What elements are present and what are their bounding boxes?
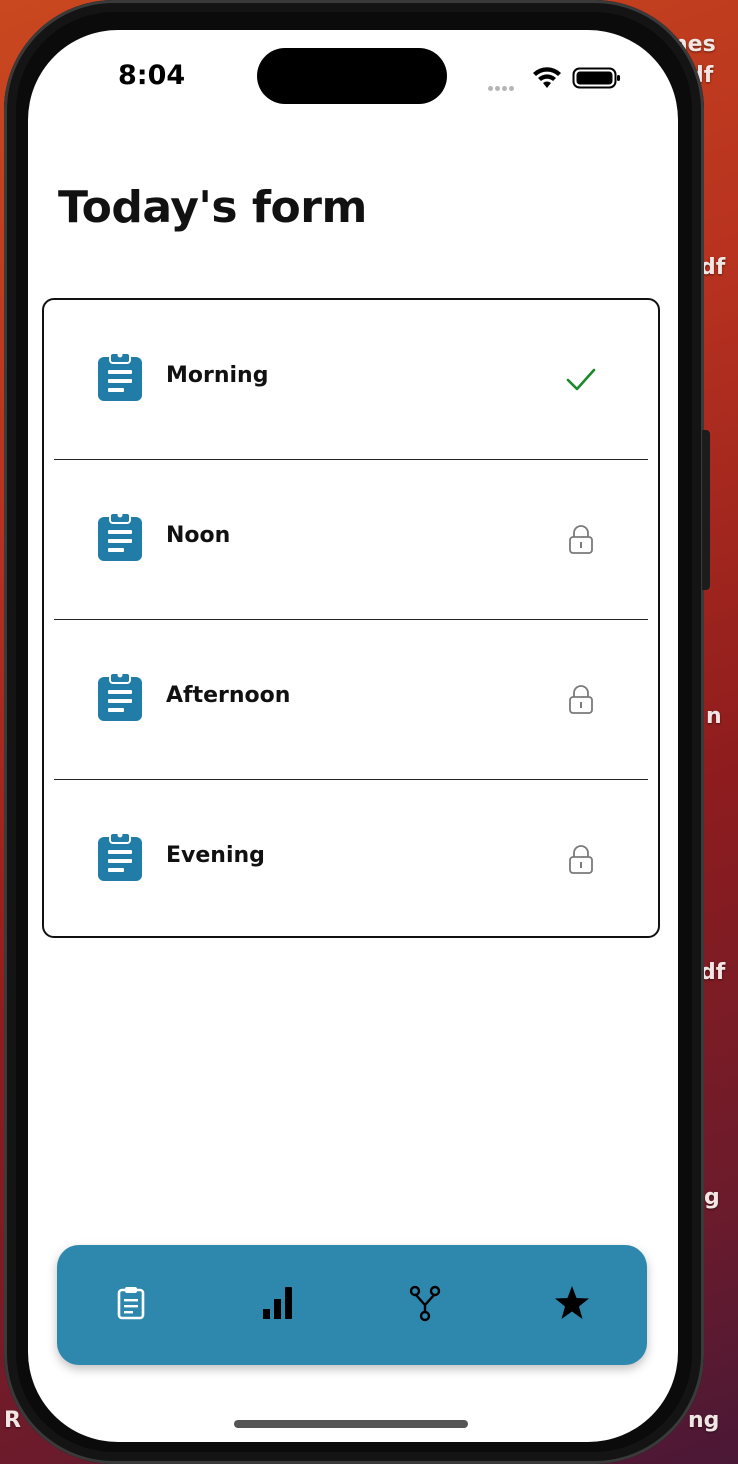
desktop-label: n <box>706 704 722 729</box>
signal-dots-icon <box>488 78 516 96</box>
tab-bar-chart-icon[interactable] <box>258 1283 298 1323</box>
form-item-noon[interactable]: Noon <box>44 460 658 620</box>
form-item-evening[interactable]: Evening <box>44 780 658 940</box>
dynamic-island <box>257 48 447 104</box>
form-list: Morning Noon Afternoon Evening <box>42 298 660 938</box>
status-time: 8:04 <box>118 60 186 91</box>
desktop-label: R <box>4 1408 21 1433</box>
battery-icon <box>572 67 620 89</box>
side-button <box>702 430 710 590</box>
home-indicator[interactable] <box>234 1420 468 1428</box>
desktop-label: g <box>704 1185 720 1210</box>
tab-star-icon[interactable] <box>552 1283 592 1323</box>
page-title: Today's form <box>58 182 367 233</box>
form-item-label: Morning <box>166 363 269 388</box>
form-item-afternoon[interactable]: Afternoon <box>44 620 658 780</box>
checkmark-icon <box>566 368 596 391</box>
clipboard-icon <box>98 352 142 401</box>
tab-branch-icon[interactable] <box>405 1283 445 1323</box>
form-item-morning[interactable]: Morning <box>44 300 658 460</box>
clipboard-icon <box>98 672 142 721</box>
tab-bar <box>57 1245 647 1365</box>
lock-icon <box>569 845 593 874</box>
form-item-label: Afternoon <box>166 683 291 708</box>
lock-icon <box>569 525 593 554</box>
form-item-label: Evening <box>166 843 265 868</box>
desktop-label: ng <box>688 1408 720 1433</box>
app-screen: 8:04 Today's form Morning Noon Afternoon… <box>28 30 678 1442</box>
clipboard-icon <box>98 512 142 561</box>
lock-icon <box>569 685 593 714</box>
tab-clipboard-icon[interactable] <box>111 1283 151 1323</box>
wifi-icon <box>533 67 561 88</box>
status-indicators <box>488 64 648 94</box>
clipboard-icon <box>98 832 142 881</box>
form-item-label: Noon <box>166 523 231 548</box>
